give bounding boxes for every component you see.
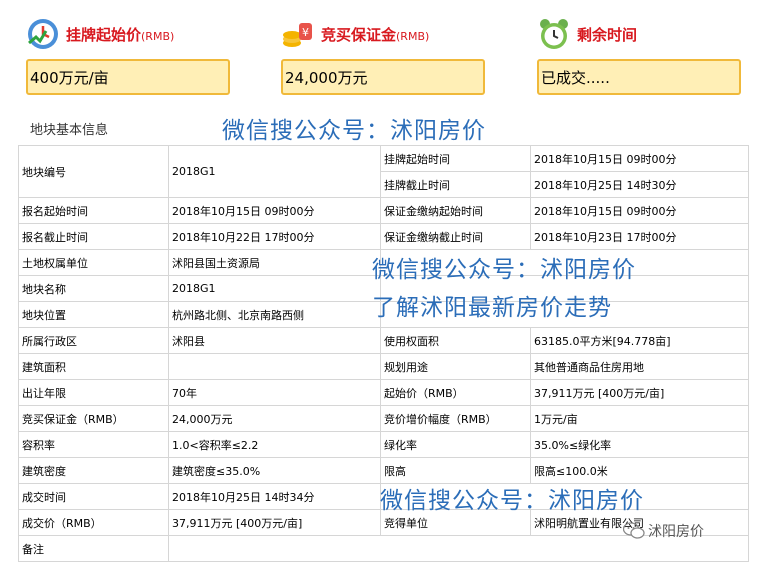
price-icon [28,19,58,49]
field-label: 备注 [18,535,169,562]
remaining-time-value: 已成交..... [537,59,741,95]
field-value: 2018年10月15日 09时00分 [530,145,749,172]
field-label: 报名起始时间 [18,197,169,224]
brand-watermark: 沭阳房价 [623,521,704,541]
card-header: ¥ 竞买保证金(RMB) [281,14,429,54]
card-title: 竞买保证金(RMB) [321,25,430,44]
field-value: 1万元/亩 [530,405,749,432]
field-value: 2018年10月25日 14时34分 [168,483,381,510]
field-value: 2018年10月15日 09时00分 [168,197,381,224]
field-value: 2018G1 [168,275,381,302]
svg-text:¥: ¥ [302,26,309,39]
field-value: 35.0%≤绿化率 [530,431,749,458]
table-row: 竞买保证金（RMB） 24,000万元 竞价增价幅度（RMB） 1万元/亩 [18,405,749,432]
field-label: 绿化率 [380,431,531,458]
deposit-value: 24,000万元 [281,59,485,95]
field-label: 保证金缴纳起始时间 [380,197,531,224]
field-label: 建筑密度 [18,457,169,484]
field-label: 竞买保证金（RMB） [18,405,169,432]
field-label: 所属行政区 [18,327,169,354]
field-value: 其他普通商品住房用地 [530,353,749,380]
field-value: 2018年10月22日 17时00分 [168,223,381,250]
field-label: 土地权属单位 [18,249,169,276]
field-label: 保证金缴纳截止时间 [380,223,531,250]
brand-text: 沭阳房价 [648,524,704,540]
field-value: 杭州路北侧、北京南路西侧 [168,301,381,328]
field-label: 竞价增价幅度（RMB） [380,405,531,432]
field-value: 沭阳县 [168,327,381,354]
field-label: 地块位置 [18,301,169,328]
field-value: 限高≤100.0米 [530,457,749,484]
alarm-clock-icon [540,19,568,49]
field-value: 沭阳县国土资源局 [168,249,381,276]
field-value: 70年 [168,379,381,406]
starting-price-value: 400万元/亩 [26,59,230,95]
watermark-text: 微信搜公众号：沭阳房价 [372,257,636,283]
table-row: 建筑密度 建筑密度≤35.0% 限高 限高≤100.0米 [18,457,749,484]
field-label: 报名截止时间 [18,223,169,250]
field-label: 地块编号 [18,145,169,198]
field-label: 起始价（RMB） [380,379,531,406]
field-label: 地块名称 [18,275,169,302]
table-row: 所属行政区 沭阳县 使用权面积 63185.0平方米[94.778亩] [18,327,749,354]
table-row: 出让年限 70年 起始价（RMB） 37,911万元 [400万元/亩] [18,379,749,406]
field-label: 限高 [380,457,531,484]
wechat-icon [623,522,645,539]
field-value: 24,000万元 [168,405,381,432]
field-label: 成交时间 [18,483,169,510]
field-value: 2018年10月25日 14时30分 [530,171,749,198]
field-value: 63185.0平方米[94.778亩] [530,327,749,354]
watermark-text: 微信搜公众号：沭阳房价 [380,488,644,514]
field-label: 容积率 [18,431,169,458]
table-row: 容积率 1.0<容积率≤2.2 绿化率 35.0%≤绿化率 [18,431,749,458]
table-row: 建筑面积 规划用途 其他普通商品住房用地 [18,353,749,380]
field-value: 2018G1 [168,145,381,198]
deposit-icon: ¥ [283,23,312,47]
table-row: 报名起始时间 2018年10月15日 09时00分 保证金缴纳起始时间 2018年10… [18,197,749,224]
field-value: 37,911万元 [400万元/亩] [530,379,749,406]
watermark-text: 了解沭阳最新房价走势 [372,295,612,321]
field-label: 挂牌截止时间 [380,171,531,198]
field-label: 使用权面积 [380,327,531,354]
card-title: 剩余时间 [577,25,638,44]
watermark-text: 微信搜公众号：沭阳房价 [222,118,486,144]
field-value: 建筑密度≤35.0% [168,457,381,484]
field-label: 出让年限 [18,379,169,406]
table-row: 地块编号 2018G1 挂牌起始时间 2018年10月15日 09时00分 [18,145,749,198]
field-label: 规划用途 [380,353,531,380]
field-value: 37,911万元 [400万元/亩] [168,509,381,536]
table-row: 报名截止时间 2018年10月22日 17时00分 保证金缴纳截止时间 2018年10… [18,223,749,250]
field-label: 挂牌起始时间 [380,145,531,172]
section-title: 地块基本信息 [30,123,109,138]
field-label: 建筑面积 [18,353,169,380]
card-header: 挂牌起始价(RMB) [26,14,174,54]
card-header: 剩余时间 [537,14,637,54]
card-title: 挂牌起始价(RMB) [66,25,175,44]
field-value [168,353,381,380]
field-value: 1.0<容积率≤2.2 [168,431,381,458]
field-value: 2018年10月15日 09时00分 [530,197,749,224]
field-value: 2018年10月23日 17时00分 [530,223,749,250]
field-label: 成交价（RMB） [18,509,169,536]
